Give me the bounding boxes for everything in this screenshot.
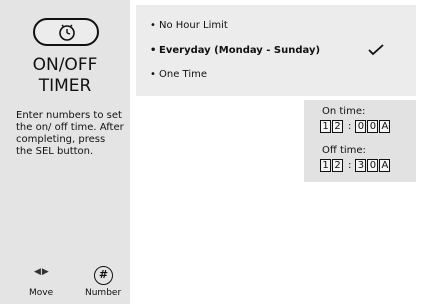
- option-label: No Hour Limit: [159, 20, 228, 31]
- option-one-time[interactable]: • One Time: [150, 69, 207, 80]
- on-minute-digit-2[interactable]: 0: [367, 119, 379, 133]
- off-hour-digit-1[interactable]: 1: [320, 158, 331, 172]
- page-title-line1: ON/OFF: [32, 55, 98, 75]
- move-hint-label: Move: [29, 288, 54, 298]
- off-ampm[interactable]: A: [379, 158, 391, 172]
- page-title-line2: TIMER: [38, 76, 92, 96]
- off-minute-digit-2[interactable]: 0: [367, 158, 379, 172]
- time-separator: :: [348, 120, 352, 132]
- checkmark-icon: [368, 44, 384, 56]
- on-ampm[interactable]: A: [379, 119, 391, 133]
- bullet: •: [150, 45, 157, 56]
- time-panel: On time: 1 2 : 0 0 A Off time: 1 2 : 3 0…: [304, 100, 416, 182]
- on-time-label: On time:: [322, 106, 366, 117]
- on-hour-digit-1[interactable]: 1: [320, 119, 331, 133]
- off-minute-digit-1[interactable]: 3: [355, 158, 367, 172]
- sidebar: ON/OFF TIMER Enter numbers to set the on…: [0, 0, 130, 304]
- bullet: •: [150, 20, 156, 31]
- timer-icon-badge: [33, 18, 99, 46]
- page-title: ON/OFF TIMER: [0, 55, 130, 97]
- help-text: Enter numbers to set the on/ off time. A…: [16, 110, 124, 157]
- option-no-hour-limit[interactable]: • No Hour Limit: [150, 20, 228, 31]
- off-hour-digit-2[interactable]: 2: [332, 158, 343, 172]
- option-everyday[interactable]: • Everyday (Monday - Sunday): [150, 45, 320, 56]
- bullet: •: [150, 69, 156, 80]
- time-separator: :: [348, 159, 352, 171]
- number-hint-label: Number: [85, 288, 122, 298]
- off-time-label: Off time:: [322, 145, 366, 156]
- timer-clock-icon: [59, 24, 75, 41]
- options-panel: • No Hour Limit • Everyday (Monday - Sunda…: [136, 5, 416, 96]
- option-label: Everyday (Monday - Sunday): [159, 45, 321, 56]
- on-time-field[interactable]: 1 2 : 0 0 A: [320, 119, 391, 133]
- off-time-field[interactable]: 1 2 : 3 0 A: [320, 158, 391, 172]
- hash-icon: #: [94, 266, 113, 285]
- left-right-arrows-icon: ◀▶: [34, 267, 50, 277]
- on-hour-digit-2[interactable]: 2: [332, 119, 343, 133]
- option-label: One Time: [159, 69, 208, 80]
- on-minute-digit-1[interactable]: 0: [355, 119, 367, 133]
